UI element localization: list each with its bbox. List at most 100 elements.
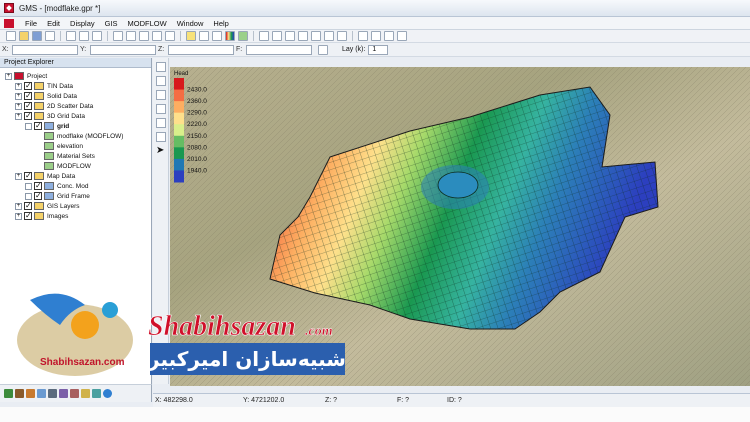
- info-tool-icon[interactable]: [156, 132, 166, 142]
- y-input[interactable]: [90, 44, 156, 55]
- scatter3d-module-icon[interactable]: [70, 389, 79, 398]
- expand-toggle-icon[interactable]: +: [15, 112, 22, 120]
- globe-icon[interactable]: [103, 389, 112, 398]
- mesh-module-icon[interactable]: [37, 389, 46, 398]
- display-options-icon[interactable]: [199, 31, 209, 41]
- menu-gis[interactable]: GIS: [100, 19, 123, 28]
- tree-item[interactable]: + TIN Data: [15, 81, 73, 91]
- rotate-icon[interactable]: [152, 31, 162, 41]
- zoom-tool-icon[interactable]: [156, 76, 166, 86]
- x-input[interactable]: [12, 44, 78, 55]
- visibility-checkbox[interactable]: [24, 211, 32, 220]
- expand-toggle-icon[interactable]: +: [15, 102, 22, 110]
- tree-item[interactable]: MODFLOW: [35, 161, 91, 171]
- tree-item[interactable]: grid: [25, 121, 69, 131]
- view-oblique-icon[interactable]: [337, 31, 347, 41]
- arrow-cursor-icon[interactable]: ➤: [156, 146, 166, 156]
- measure-icon[interactable]: [272, 31, 282, 41]
- mini-grid-icon[interactable]: [384, 31, 394, 41]
- menu-edit[interactable]: Edit: [42, 19, 65, 28]
- get-info-icon[interactable]: [259, 31, 269, 41]
- tree-item[interactable]: + GIS Layers: [15, 201, 80, 211]
- print-icon[interactable]: [45, 31, 55, 41]
- copy-icon[interactable]: [79, 31, 89, 41]
- document-icon[interactable]: [4, 18, 14, 28]
- expand-toggle-icon[interactable]: +: [15, 212, 22, 220]
- layer-spinner[interactable]: 1: [368, 44, 389, 55]
- grid-module-icon[interactable]: [48, 389, 57, 398]
- expand-toggle-icon[interactable]: [25, 182, 32, 190]
- select-icon[interactable]: [113, 31, 123, 41]
- map-module-icon[interactable]: [81, 389, 90, 398]
- visibility-checkbox[interactable]: [24, 111, 32, 120]
- solid-module-icon[interactable]: [26, 389, 35, 398]
- tree-item[interactable]: Grid Frame: [25, 191, 90, 201]
- tree-item-icon: [44, 182, 54, 190]
- window-title: GMS - [modflake.gpr *]: [19, 3, 101, 13]
- tree-item[interactable]: + Solid Data: [15, 91, 77, 101]
- run-icon[interactable]: [238, 31, 248, 41]
- tree-item[interactable]: + Images: [15, 211, 68, 221]
- menu-help[interactable]: Help: [208, 19, 233, 28]
- visibility-checkbox[interactable]: [24, 101, 32, 110]
- tree-item[interactable]: modflake (MODFLOW): [35, 131, 123, 141]
- paste-icon[interactable]: [92, 31, 102, 41]
- tree-item[interactable]: +3D Grid Data: [15, 111, 85, 121]
- pan-icon[interactable]: [139, 31, 149, 41]
- color-ramp-icon[interactable]: [225, 31, 235, 41]
- menu-modflow[interactable]: MODFLOW: [123, 19, 172, 28]
- tree-item[interactable]: Conc. Mod: [25, 181, 88, 191]
- expand-toggle-icon[interactable]: [25, 192, 32, 200]
- visibility-checkbox[interactable]: [24, 201, 32, 210]
- menu-file[interactable]: File: [20, 19, 42, 28]
- legend-value-label: 2290.0: [187, 110, 207, 117]
- layer-icon[interactable]: [318, 44, 328, 55]
- borehole-module-icon[interactable]: [15, 389, 24, 398]
- expand-toggle-icon[interactable]: [25, 122, 32, 130]
- tree-item[interactable]: + Map Data: [15, 171, 75, 181]
- save-icon[interactable]: [32, 31, 42, 41]
- z-input[interactable]: [168, 44, 234, 55]
- rotate-tool-icon[interactable]: [156, 104, 166, 114]
- open-icon[interactable]: [19, 31, 29, 41]
- visibility-checkbox[interactable]: [24, 91, 32, 100]
- tree-item[interactable]: +2D Scatter Data: [15, 101, 93, 111]
- grid-icon[interactable]: [285, 31, 295, 41]
- view-front-icon[interactable]: [311, 31, 321, 41]
- expand-toggle-icon[interactable]: +: [15, 172, 22, 180]
- new-icon[interactable]: [6, 31, 16, 41]
- expand-toggle-icon[interactable]: +: [5, 72, 12, 80]
- light-icon[interactable]: [186, 31, 196, 41]
- plot-icon[interactable]: [397, 31, 407, 41]
- view-side-icon[interactable]: [324, 31, 334, 41]
- zoom-icon[interactable]: [126, 31, 136, 41]
- bottom-strip: [0, 407, 750, 422]
- view-top-icon[interactable]: [298, 31, 308, 41]
- measure-tool-icon[interactable]: [156, 118, 166, 128]
- menu-display[interactable]: Display: [65, 19, 100, 28]
- visibility-checkbox[interactable]: [34, 121, 42, 130]
- contour-icon[interactable]: [212, 31, 222, 41]
- tin-module-icon[interactable]: [4, 389, 13, 398]
- select-tool-icon[interactable]: [156, 62, 166, 72]
- gis-module-icon[interactable]: [92, 389, 101, 398]
- tree-item[interactable]: Material Sets: [35, 151, 95, 161]
- cut-icon[interactable]: [66, 31, 76, 41]
- expand-toggle-icon[interactable]: +: [15, 92, 22, 100]
- visibility-checkbox[interactable]: [34, 191, 42, 200]
- frame-icon[interactable]: [165, 31, 175, 41]
- layer-down-icon[interactable]: [371, 31, 381, 41]
- visibility-checkbox[interactable]: [34, 181, 42, 190]
- scatter-module-icon[interactable]: [59, 389, 68, 398]
- menu-window[interactable]: Window: [172, 19, 209, 28]
- tree-item[interactable]: elevation: [35, 141, 83, 151]
- tree-item-label: Solid Data: [47, 92, 77, 100]
- f-input[interactable]: [246, 44, 312, 55]
- tree-item[interactable]: + Project: [5, 71, 47, 81]
- visibility-checkbox[interactable]: [24, 171, 32, 180]
- expand-toggle-icon[interactable]: +: [15, 82, 22, 90]
- layer-up-icon[interactable]: [358, 31, 368, 41]
- pan-tool-icon[interactable]: [156, 90, 166, 100]
- visibility-checkbox[interactable]: [24, 81, 32, 90]
- expand-toggle-icon[interactable]: +: [15, 202, 22, 210]
